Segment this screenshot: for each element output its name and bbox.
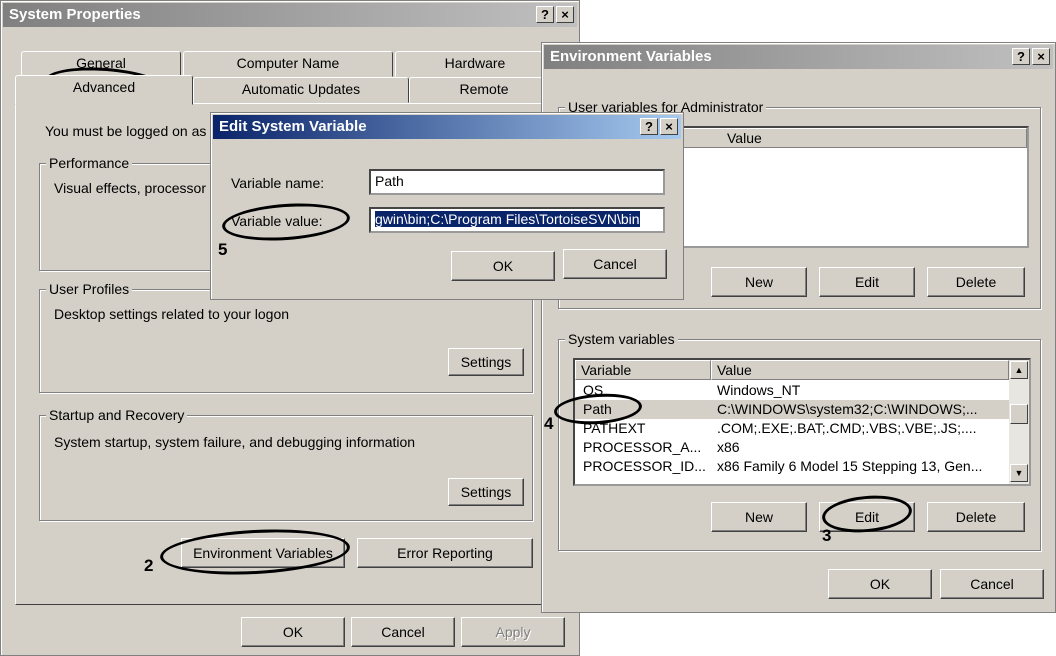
tab-label: Hardware	[444, 55, 506, 71]
cancel-button[interactable]: Cancel	[563, 249, 667, 279]
button-label: New	[744, 274, 773, 290]
value-cell: Windows_NT	[717, 382, 801, 398]
help-button[interactable]: ?	[536, 6, 554, 23]
tab-advanced[interactable]: Advanced	[15, 75, 193, 105]
button-label: OK	[282, 624, 304, 640]
table-row[interactable]: OS Windows_NT	[575, 381, 1009, 400]
tab-computer-name[interactable]: Computer Name	[183, 51, 393, 77]
scroll-up-arrow-icon[interactable]: ▲	[1010, 361, 1028, 379]
button-label: Cancel	[381, 624, 425, 640]
system-new-button[interactable]: New	[711, 502, 807, 532]
vertical-scrollbar[interactable]: ▲ ▼	[1009, 360, 1029, 484]
cancel-button[interactable]: Cancel	[940, 569, 1044, 599]
value-column-header[interactable]: Value	[711, 360, 1009, 380]
tab-label: Remote	[459, 81, 509, 97]
tab-automatic-updates[interactable]: Automatic Updates	[193, 77, 409, 103]
system-variables-group: System variables Variable Value OS Window…	[558, 331, 1041, 551]
logon-note: You must be logged on as	[45, 123, 207, 139]
tab-remote[interactable]: Remote	[409, 77, 559, 103]
button-label: Apply	[495, 624, 531, 640]
tab-label: Computer Name	[236, 55, 340, 71]
startup-recovery-group: Startup and Recovery System startup, sys…	[39, 407, 533, 521]
button-label: Delete	[955, 274, 997, 290]
button-label: Error Reporting	[397, 545, 493, 561]
close-button[interactable]: ×	[660, 118, 678, 135]
user-new-button[interactable]: New	[711, 267, 807, 297]
button-label: OK	[492, 258, 514, 274]
tab-label: Automatic Updates	[241, 81, 361, 97]
close-button[interactable]: ×	[1032, 48, 1050, 65]
user-edit-button[interactable]: Edit	[819, 267, 915, 297]
button-label: Cancel	[593, 256, 637, 272]
table-row[interactable]: PROCESSOR_A... x86	[575, 438, 1009, 457]
variable-name-label: Variable name:	[231, 175, 325, 191]
apply-button[interactable]: Apply	[461, 617, 565, 647]
annotation-number: 2	[144, 556, 154, 575]
tab-label: Advanced	[72, 79, 136, 95]
variable-cell: PROCESSOR_ID...	[583, 458, 706, 474]
button-label: Delete	[955, 509, 997, 525]
annotation-number: 3	[822, 526, 832, 545]
system-variables-label: System variables	[565, 331, 678, 347]
startup-recovery-desc: System startup, system failure, and debu…	[54, 434, 416, 450]
help-button[interactable]: ?	[1012, 48, 1030, 65]
ok-button[interactable]: OK	[241, 617, 345, 647]
selected-text: gwin\bin;C:\Program Files\TortoiseSVN\bi…	[375, 211, 640, 227]
startup-recovery-label: Startup and Recovery	[46, 407, 188, 423]
performance-desc: Visual effects, processor	[54, 180, 207, 196]
user-delete-button[interactable]: Delete	[927, 267, 1025, 297]
header-label: Variable	[581, 362, 632, 378]
button-label: Edit	[854, 274, 880, 290]
error-reporting-button[interactable]: Error Reporting	[357, 538, 533, 568]
cancel-button[interactable]: Cancel	[351, 617, 455, 647]
value-cell: x86	[717, 439, 740, 455]
window-title: System Properties	[9, 6, 141, 23]
scroll-thumb[interactable]	[1010, 404, 1028, 424]
system-variables-list[interactable]: Variable Value OS Windows_NT Path C:\WINDO…	[573, 358, 1031, 486]
user-profiles-group: User Profiles Desktop settings related t…	[39, 281, 533, 393]
system-delete-button[interactable]: Delete	[927, 502, 1025, 532]
variable-cell: PROCESSOR_A...	[583, 439, 702, 455]
help-button[interactable]: ?	[640, 118, 658, 135]
scroll-down-arrow-icon[interactable]: ▼	[1010, 464, 1028, 482]
header-label: Value	[717, 362, 752, 378]
value-cell: .COM;.EXE;.BAT;.CMD;.VBS;.VBE;.JS;....	[717, 420, 977, 436]
header-label: Value	[727, 130, 762, 146]
button-label: OK	[869, 576, 891, 592]
user-profiles-desc: Desktop settings related to your logon	[54, 306, 290, 322]
table-row[interactable]: PROCESSOR_ID... x86 Family 6 Model 15 Ste…	[575, 457, 1009, 476]
user-profiles-label: User Profiles	[46, 281, 133, 297]
variable-name-field[interactable]: Path	[369, 169, 665, 195]
profiles-settings-button[interactable]: Settings	[448, 348, 524, 376]
tab-hardware[interactable]: Hardware	[395, 51, 555, 77]
variable-value-field[interactable]: gwin\bin;C:\Program Files\TortoiseSVN\bi…	[369, 207, 665, 233]
annotation-number: 4	[544, 414, 554, 433]
window-title: Edit System Variable	[219, 118, 367, 135]
button-label: Cancel	[970, 576, 1014, 592]
annotation-number: 5	[218, 240, 228, 259]
value-cell: x86 Family 6 Model 15 Stepping 13, Gen..…	[717, 458, 983, 474]
button-label: New	[744, 509, 773, 525]
performance-label: Performance	[46, 155, 133, 171]
button-label: Settings	[460, 484, 512, 500]
window-title: Environment Variables	[550, 48, 712, 65]
system-properties-titlebar[interactable]: System Properties ? ×	[3, 3, 577, 27]
close-button[interactable]: ×	[556, 6, 574, 23]
variable-column-header[interactable]: Variable	[575, 360, 711, 380]
startup-settings-button[interactable]: Settings	[448, 478, 524, 506]
ok-button[interactable]: OK	[451, 251, 555, 281]
ok-button[interactable]: OK	[828, 569, 932, 599]
button-label: Settings	[460, 354, 512, 370]
environment-variables-titlebar[interactable]: Environment Variables ? ×	[544, 45, 1053, 69]
value-cell: C:\WINDOWS\system32;C:\WINDOWS;...	[717, 401, 978, 417]
table-row[interactable]: PATHEXT .COM;.EXE;.BAT;.CMD;.VBS;.VBE;.JS…	[575, 419, 1009, 438]
edit-variable-titlebar[interactable]: Edit System Variable ? ×	[213, 115, 681, 139]
